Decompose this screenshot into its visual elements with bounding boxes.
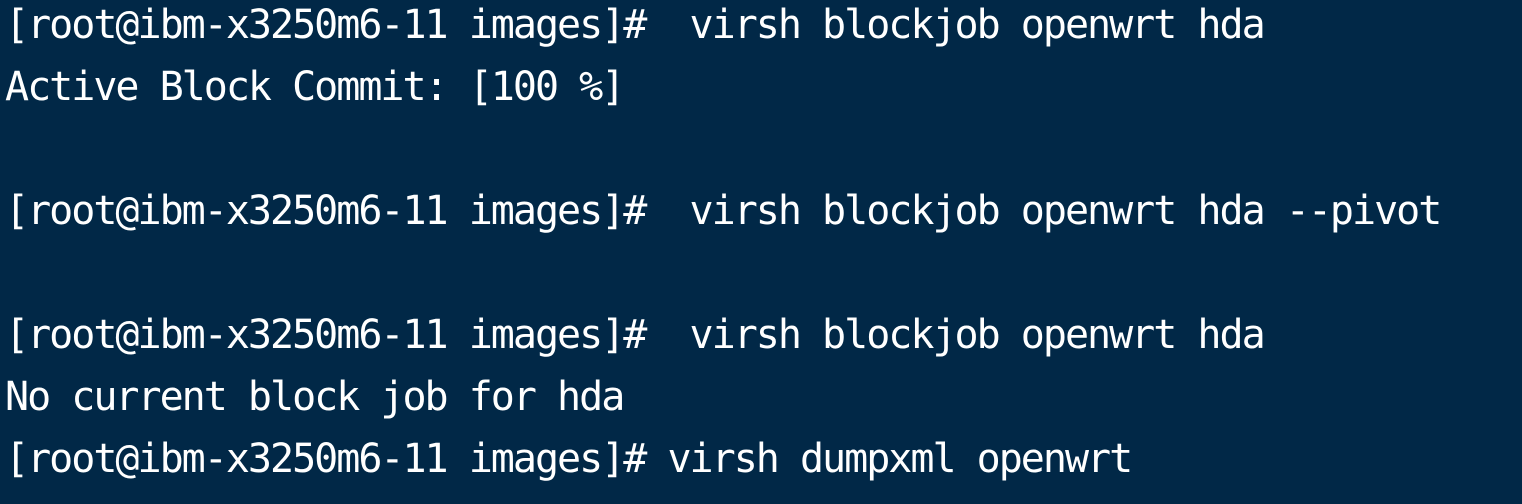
terminal-line-command: [root@ibm-x3250m6-11 images]# virsh bloc… (5, 2, 1266, 48)
terminal-line-command: [root@ibm-x3250m6-11 images]# virsh dump… (5, 436, 1133, 482)
terminal-line-output: Active Block Commit: [100 %] (5, 64, 625, 110)
terminal-line-command: [root@ibm-x3250m6-11 images]# virsh bloc… (5, 312, 1266, 358)
terminal-window[interactable]: [root@ibm-x3250m6-11 images]# virsh bloc… (0, 0, 1522, 504)
terminal-line-output: No current block job for hda (5, 374, 625, 420)
terminal-line-command: [root@ibm-x3250m6-11 images]# virsh bloc… (5, 188, 1442, 234)
